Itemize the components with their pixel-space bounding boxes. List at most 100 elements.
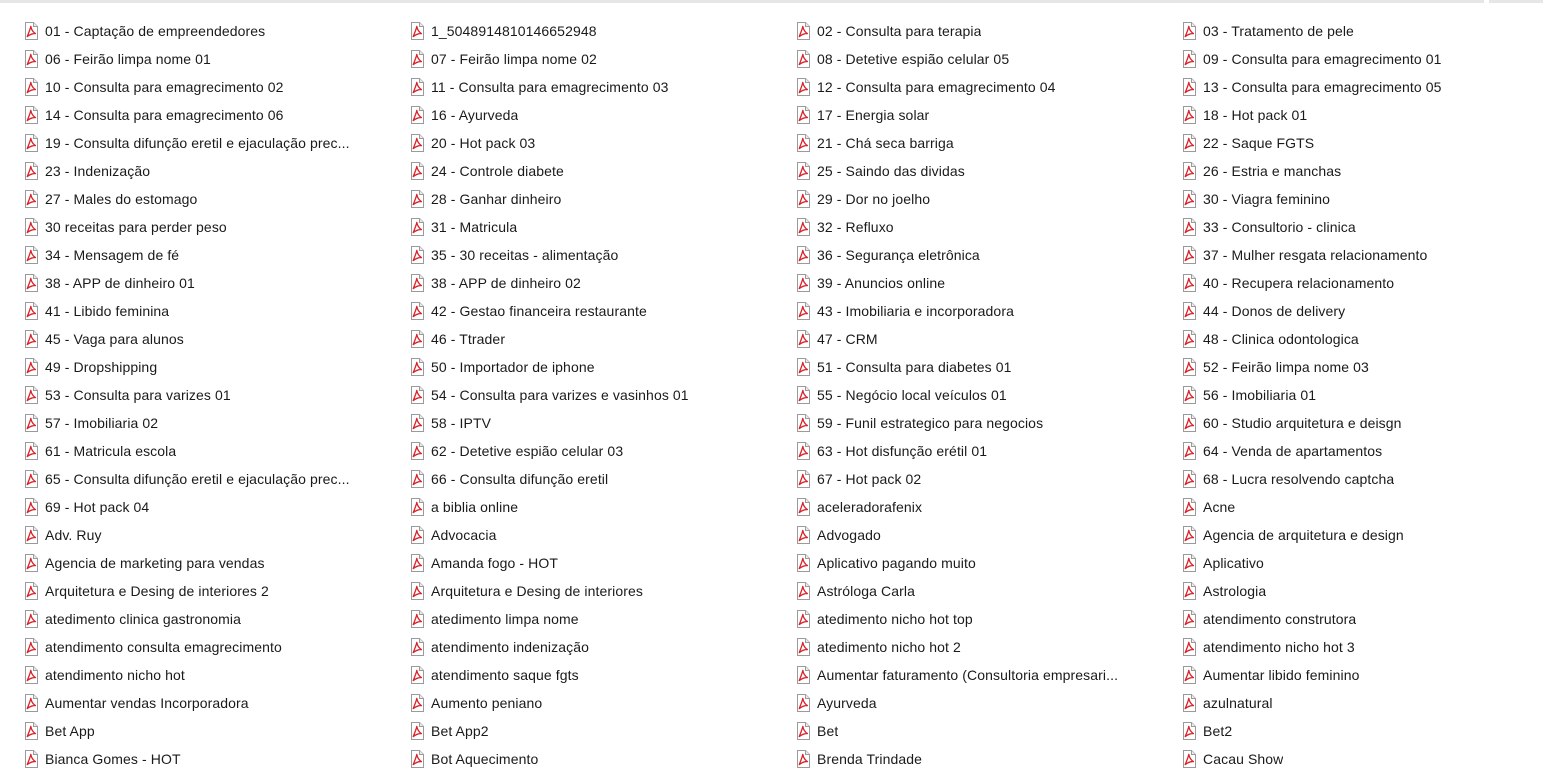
file-item[interactable]: Aumento peniano [386,689,772,717]
file-item[interactable]: Bet2 [1158,717,1543,745]
file-item[interactable]: Cacau Show [1158,745,1543,773]
file-item[interactable]: 21 - Chá seca barriga [772,129,1158,157]
file-item[interactable]: 69 - Hot pack 04 [0,493,386,521]
file-item[interactable]: 03 - Tratamento de pele [1158,17,1543,45]
file-item[interactable]: 13 - Consulta para emagrecimento 05 [1158,73,1543,101]
file-item[interactable]: Astróloga Carla [772,577,1158,605]
file-item[interactable]: atedimento clinica gastronomia [0,605,386,633]
file-item[interactable]: Agencia de arquitetura e design [1158,521,1543,549]
file-item[interactable]: 22 - Saque FGTS [1158,129,1543,157]
file-item[interactable]: 18 - Hot pack 01 [1158,101,1543,129]
file-item[interactable]: 02 - Consulta para terapia [772,17,1158,45]
file-item[interactable]: 30 - Viagra feminino [1158,185,1543,213]
file-item[interactable]: 59 - Funil estrategico para negocios [772,409,1158,437]
file-item[interactable]: Arquitetura e Desing de interiores [386,577,772,605]
file-item[interactable]: azulnatural [1158,689,1543,717]
file-item[interactable]: aceleradorafenix [772,493,1158,521]
file-item[interactable]: 19 - Consulta difunção eretil e ejaculaç… [0,129,386,157]
file-item[interactable]: atedimento limpa nome [386,605,772,633]
file-item[interactable]: 27 - Males do estomago [0,185,386,213]
file-item[interactable]: Arquitetura e Desing de interiores 2 [0,577,386,605]
file-item[interactable]: 47 - CRM [772,325,1158,353]
file-item[interactable]: 12 - Consulta para emagrecimento 04 [772,73,1158,101]
file-item[interactable]: 23 - Indenização [0,157,386,185]
file-item[interactable]: 01 - Captação de empreendedores [0,17,386,45]
file-item[interactable]: 44 - Donos de delivery [1158,297,1543,325]
file-item[interactable]: atedimento nicho hot top [772,605,1158,633]
file-item[interactable]: atendimento saque fgts [386,661,772,689]
file-item[interactable]: a biblia online [386,493,772,521]
file-item[interactable]: atendimento construtora [1158,605,1543,633]
file-item[interactable]: 30 receitas para perder peso [0,213,386,241]
file-item[interactable]: 54 - Consulta para varizes e vasinhos 01 [386,381,772,409]
file-item[interactable]: Aumentar vendas Incorporadora [0,689,386,717]
file-item[interactable]: 25 - Saindo das dividas [772,157,1158,185]
file-item[interactable]: 48 - Clinica odontologica [1158,325,1543,353]
file-item[interactable]: 58 - IPTV [386,409,772,437]
file-item[interactable]: atendimento indenização [386,633,772,661]
file-item[interactable]: 65 - Consulta difunção eretil e ejaculaç… [0,465,386,493]
file-item[interactable]: 41 - Libido feminina [0,297,386,325]
file-item[interactable]: 28 - Ganhar dinheiro [386,185,772,213]
file-item[interactable]: atendimento nicho hot 3 [1158,633,1543,661]
file-item[interactable]: 51 - Consulta para diabetes 01 [772,353,1158,381]
file-item[interactable]: atedimento nicho hot 2 [772,633,1158,661]
file-item[interactable]: Astrologia [1158,577,1543,605]
file-item[interactable]: 17 - Energia solar [772,101,1158,129]
file-item[interactable]: 10 - Consulta para emagrecimento 02 [0,73,386,101]
file-item[interactable]: 07 - Feirão limpa nome 02 [386,45,772,73]
file-item[interactable]: 50 - Importador de iphone [386,353,772,381]
file-item[interactable]: Aumentar faturamento (Consultoria empres… [772,661,1158,689]
file-item[interactable]: 57 - Imobiliaria 02 [0,409,386,437]
file-item[interactable]: 08 - Detetive espião celular 05 [772,45,1158,73]
file-item[interactable]: 35 - 30 receitas - alimentação [386,241,772,269]
file-item[interactable]: 61 - Matricula escola [0,437,386,465]
file-item[interactable]: 14 - Consulta para emagrecimento 06 [0,101,386,129]
file-item[interactable]: 64 - Venda de apartamentos [1158,437,1543,465]
file-item[interactable]: 45 - Vaga para alunos [0,325,386,353]
file-item[interactable]: Amanda fogo - HOT [386,549,772,577]
file-item[interactable]: 38 - APP de dinheiro 01 [0,269,386,297]
file-item[interactable]: 67 - Hot pack 02 [772,465,1158,493]
file-item[interactable]: 36 - Segurança eletrônica [772,241,1158,269]
file-item[interactable]: 34 - Mensagem de fé [0,241,386,269]
file-item[interactable]: 32 - Refluxo [772,213,1158,241]
file-item[interactable]: Aplicativo [1158,549,1543,577]
file-item[interactable]: 66 - Consulta difunção eretil [386,465,772,493]
file-item[interactable]: 39 - Anuncios online [772,269,1158,297]
file-item[interactable]: 43 - Imobiliaria e incorporadora [772,297,1158,325]
file-item[interactable]: 49 - Dropshipping [0,353,386,381]
file-item[interactable]: Acne [1158,493,1543,521]
file-item[interactable]: Aplicativo pagando muito [772,549,1158,577]
file-item[interactable]: 52 - Feirão limpa nome 03 [1158,353,1543,381]
file-item[interactable]: 62 - Detetive espião celular 03 [386,437,772,465]
file-item[interactable]: 42 - Gestao financeira restaurante [386,297,772,325]
file-item[interactable]: Bet [772,717,1158,745]
file-item[interactable]: Bianca Gomes - HOT [0,745,386,773]
file-item[interactable]: Brenda Trindade [772,745,1158,773]
file-item[interactable]: 40 - Recupera relacionamento [1158,269,1543,297]
file-item[interactable]: 53 - Consulta para varizes 01 [0,381,386,409]
file-item[interactable]: 38 - APP de dinheiro 02 [386,269,772,297]
file-item[interactable]: Advocacia [386,521,772,549]
file-item[interactable]: 68 - Lucra resolvendo captcha [1158,465,1543,493]
file-item[interactable]: 16 - Ayurveda [386,101,772,129]
file-item[interactable]: 33 - Consultorio - clinica [1158,213,1543,241]
file-item[interactable]: 24 - Controle diabete [386,157,772,185]
file-item[interactable]: 37 - Mulher resgata relacionamento [1158,241,1543,269]
file-item[interactable]: Aumentar libido feminino [1158,661,1543,689]
file-item[interactable]: 09 - Consulta para emagrecimento 01 [1158,45,1543,73]
file-item[interactable]: 11 - Consulta para emagrecimento 03 [386,73,772,101]
file-item[interactable]: Agencia de marketing para vendas [0,549,386,577]
file-item[interactable]: atendimento consulta emagrecimento [0,633,386,661]
file-item[interactable]: Bet App [0,717,386,745]
file-item[interactable]: Adv. Ruy [0,521,386,549]
file-item[interactable]: 20 - Hot pack 03 [386,129,772,157]
file-item[interactable]: 31 - Matricula [386,213,772,241]
file-item[interactable]: 26 - Estria e manchas [1158,157,1543,185]
file-item[interactable]: 60 - Studio arquitetura e deisgn [1158,409,1543,437]
file-item[interactable]: 63 - Hot disfunção erétil 01 [772,437,1158,465]
file-item[interactable]: 55 - Negócio local veículos 01 [772,381,1158,409]
file-item[interactable]: Bet App2 [386,717,772,745]
file-item[interactable]: Advogado [772,521,1158,549]
